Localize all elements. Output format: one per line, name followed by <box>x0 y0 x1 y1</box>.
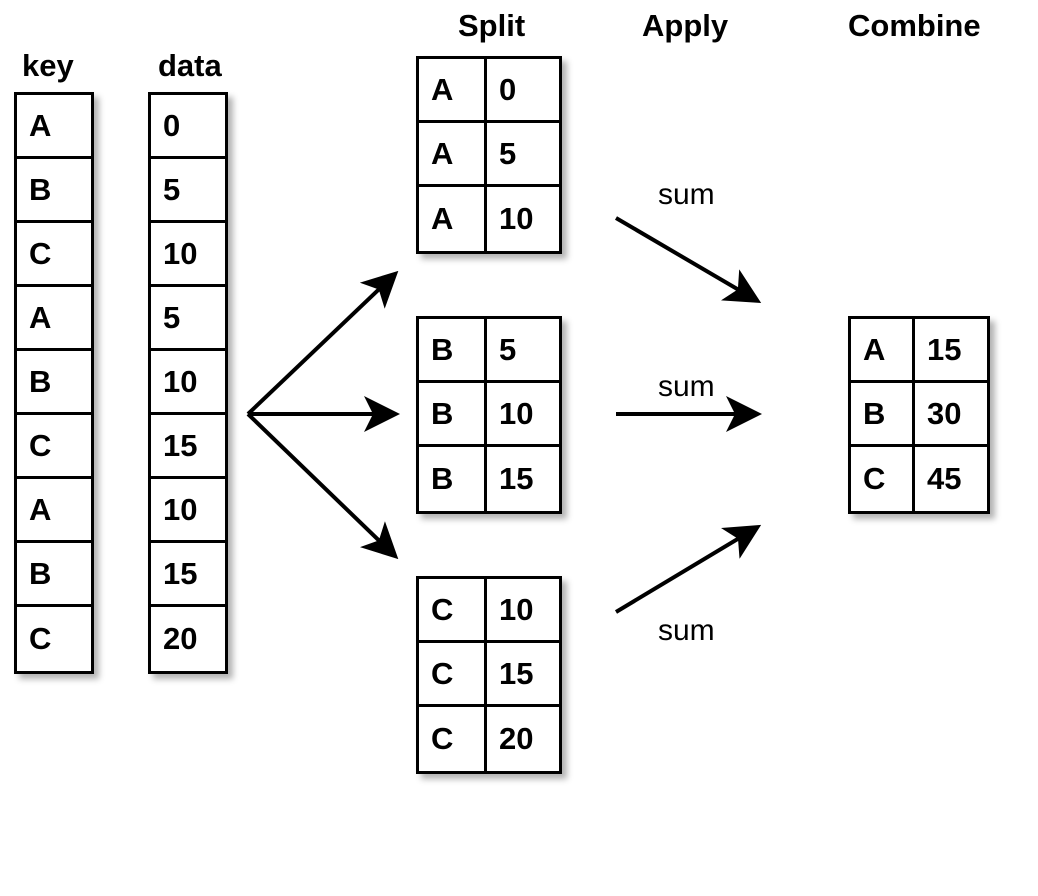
combine-cell-key: A <box>851 319 912 383</box>
heading-split: Split <box>458 8 525 44</box>
input-key-cell: A <box>17 95 91 159</box>
input-data-cell: 10 <box>151 223 225 287</box>
split-cell-key: B <box>419 447 484 511</box>
split-cell-key: A <box>419 123 484 187</box>
split-cell-val: 20 <box>487 707 559 771</box>
split-cell-key: C <box>419 579 484 643</box>
apply-label-a: sum <box>658 178 715 212</box>
input-data-cell: 5 <box>151 159 225 223</box>
input-key-cell: B <box>17 159 91 223</box>
arrow-split-c <box>248 414 394 555</box>
apply-label-b: sum <box>658 370 715 404</box>
heading-data: data <box>158 48 222 84</box>
input-key-cell: B <box>17 543 91 607</box>
input-data-cell: 5 <box>151 287 225 351</box>
combine-table: A B C 15 30 45 <box>848 316 990 514</box>
split-cell-val: 10 <box>487 579 559 643</box>
input-data-cell: 20 <box>151 607 225 671</box>
combine-cell-val: 15 <box>915 319 987 383</box>
input-key-cell: B <box>17 351 91 415</box>
input-data-cell: 10 <box>151 351 225 415</box>
split-cell-val: 15 <box>487 643 559 707</box>
input-key-cell: A <box>17 287 91 351</box>
split-group-c: C C C 10 15 20 <box>416 576 562 774</box>
split-cell-val: 10 <box>487 383 559 447</box>
split-cell-key: A <box>419 187 484 251</box>
input-key-cell: A <box>17 479 91 543</box>
heading-combine: Combine <box>848 8 981 44</box>
input-key-cell: C <box>17 607 91 671</box>
arrow-apply-a <box>616 218 756 300</box>
split-cell-key: C <box>419 707 484 771</box>
combine-cell-key: B <box>851 383 912 447</box>
split-cell-key: B <box>419 319 484 383</box>
input-key-table: A B C A B C A B C <box>14 92 94 674</box>
input-key-cell: C <box>17 415 91 479</box>
split-cell-key: A <box>419 59 484 123</box>
input-data-cell: 15 <box>151 415 225 479</box>
input-data-table: 0 5 10 5 10 15 10 15 20 <box>148 92 228 674</box>
split-group-a: A A A 0 5 10 <box>416 56 562 254</box>
arrow-split-a <box>248 275 394 414</box>
combine-cell-val: 30 <box>915 383 987 447</box>
input-data-cell: 10 <box>151 479 225 543</box>
apply-label-c: sum <box>658 614 715 648</box>
input-data-cell: 0 <box>151 95 225 159</box>
combine-cell-val: 45 <box>915 447 987 511</box>
arrow-apply-c <box>616 528 756 612</box>
input-data-cell: 15 <box>151 543 225 607</box>
split-cell-val: 5 <box>487 123 559 187</box>
split-cell-val: 15 <box>487 447 559 511</box>
input-key-cell: C <box>17 223 91 287</box>
split-cell-val: 10 <box>487 187 559 251</box>
split-cell-val: 5 <box>487 319 559 383</box>
split-cell-val: 0 <box>487 59 559 123</box>
combine-cell-key: C <box>851 447 912 511</box>
split-group-b: B B B 5 10 15 <box>416 316 562 514</box>
split-cell-key: C <box>419 643 484 707</box>
heading-key: key <box>22 48 74 84</box>
split-cell-key: B <box>419 383 484 447</box>
heading-apply: Apply <box>642 8 728 44</box>
